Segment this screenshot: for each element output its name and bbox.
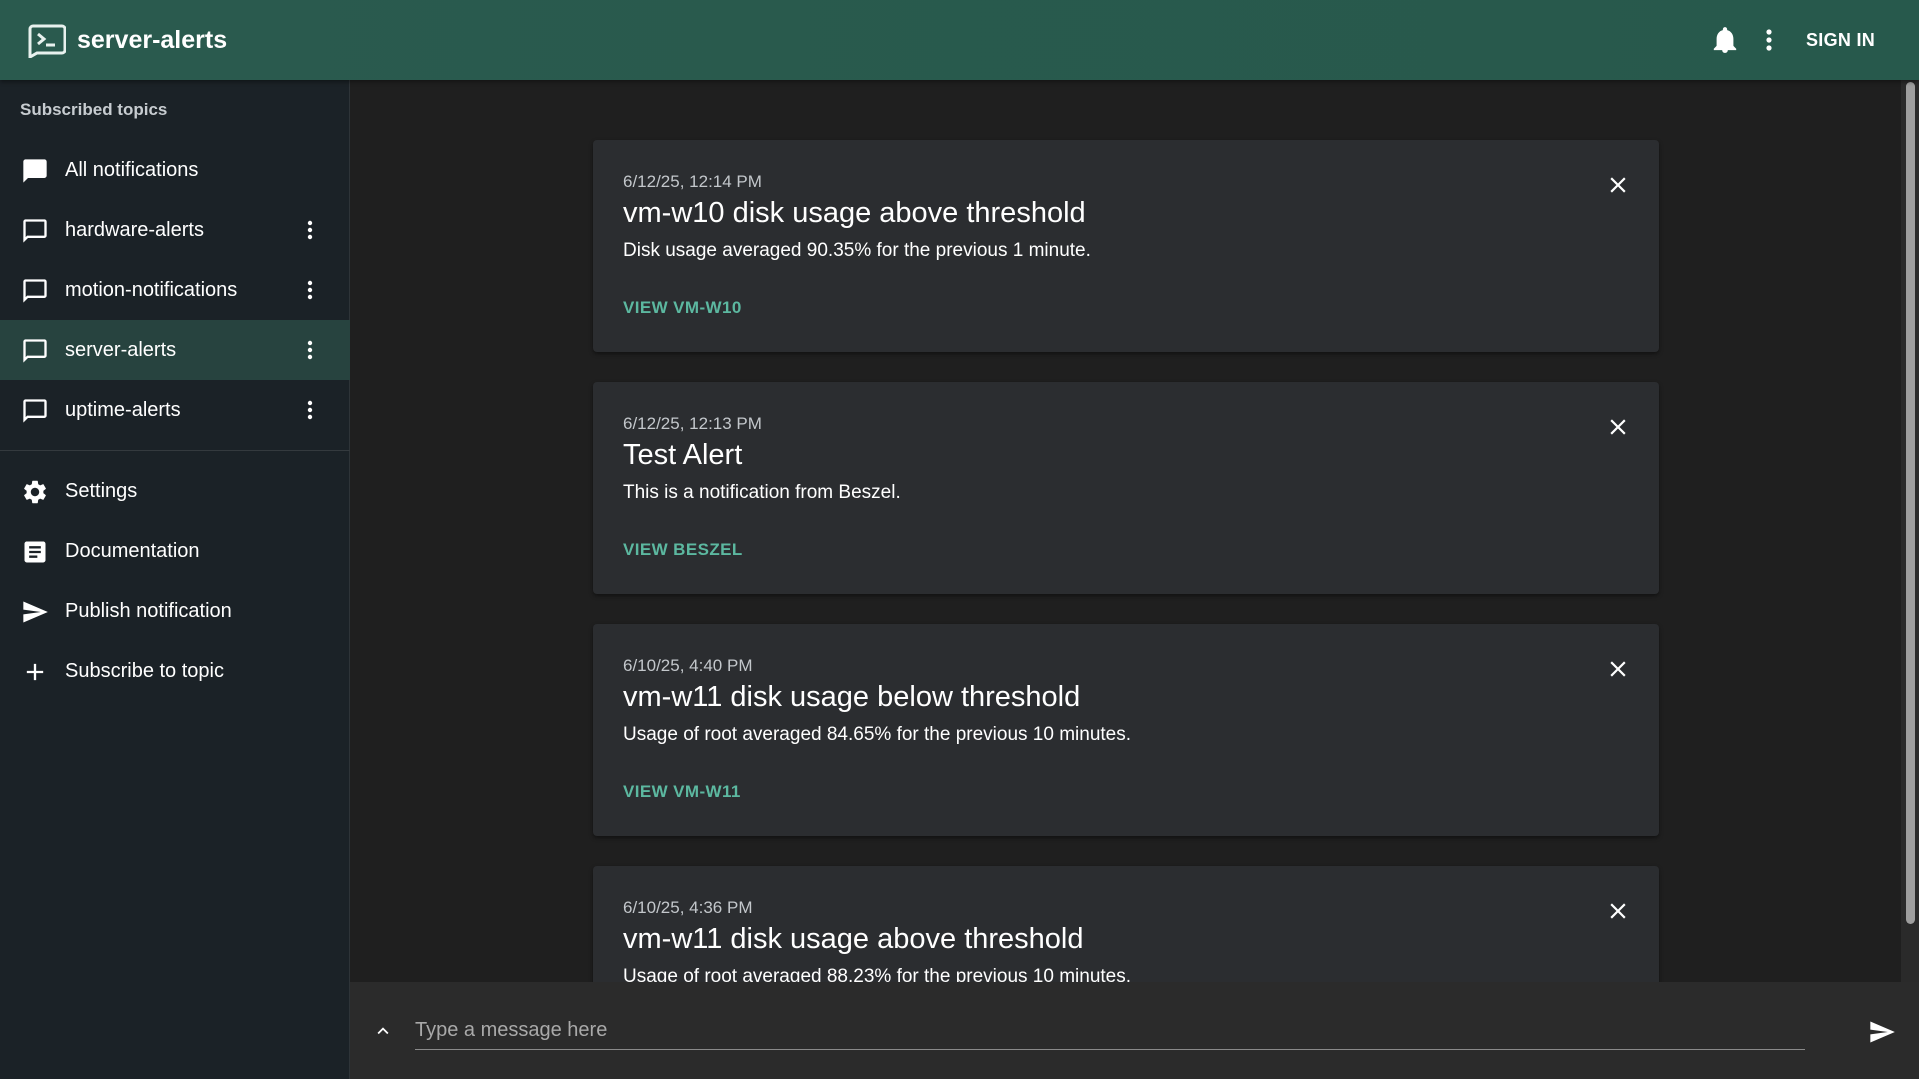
close-icon[interactable] (1605, 898, 1631, 924)
notification-card: 6/10/25, 4:36 PM vm-w11 disk usage above… (593, 866, 1659, 982)
sidebar-item-settings[interactable]: Settings (0, 461, 350, 521)
more-vert-icon[interactable] (1760, 26, 1778, 54)
notification-card: 6/12/25, 12:13 PM Test Alert This is a n… (593, 382, 1659, 594)
chat-outline-icon (21, 337, 49, 365)
message-input[interactable] (415, 1004, 1805, 1050)
notification-time: 6/10/25, 4:40 PM (623, 656, 753, 675)
sidebar-item-label: Publish notification (65, 600, 232, 622)
notification-title: vm-w10 disk usage above threshold (623, 197, 1086, 229)
gear-icon (21, 478, 49, 506)
document-icon (21, 538, 49, 566)
chat-outline-icon (21, 217, 49, 245)
notification-time: 6/10/25, 4:36 PM (623, 898, 753, 917)
notification-body: Usage of root averaged 84.65% for the pr… (623, 724, 1132, 745)
close-icon[interactable] (1605, 656, 1631, 682)
sidebar-item-motion-notifications[interactable]: motion-notifications (0, 260, 350, 320)
more-vert-icon[interactable] (300, 398, 320, 422)
close-icon[interactable] (1605, 172, 1631, 198)
notification-title: vm-w11 disk usage above threshold (623, 923, 1084, 955)
sidebar-item-label: uptime-alerts (65, 399, 181, 421)
sidebar-item-label: hardware-alerts (65, 219, 204, 241)
chat-outline-icon (21, 397, 49, 425)
notification-action-button[interactable]: VIEW BESZEL (623, 540, 743, 560)
chat-outline-icon (21, 277, 49, 305)
sidebar-item-documentation[interactable]: Documentation (0, 521, 350, 581)
notification-action-button[interactable]: VIEW VM-W10 (623, 298, 742, 318)
more-vert-icon[interactable] (300, 338, 320, 362)
app-bar: server-alerts SIGN IN (0, 0, 1919, 80)
scrollbar-thumb[interactable] (1906, 82, 1915, 924)
notification-action-button[interactable]: VIEW VM-W11 (623, 782, 741, 802)
notification-card: 6/10/25, 4:40 PM vm-w11 disk usage below… (593, 624, 1659, 836)
send-icon[interactable] (1867, 1018, 1897, 1046)
sidebar-item-server-alerts[interactable]: server-alerts (0, 320, 350, 380)
plus-icon (21, 658, 49, 686)
app-title: server-alerts (77, 26, 228, 54)
sidebar-item-all-notifications[interactable]: All notifications (0, 140, 350, 200)
sidebar-item-label: All notifications (65, 159, 199, 181)
more-vert-icon[interactable] (300, 278, 320, 302)
notification-body: Disk usage averaged 90.35% for the previ… (623, 240, 1091, 261)
notification-card: 6/12/25, 12:14 PM vm-w10 disk usage abov… (593, 140, 1659, 352)
sidebar-item-publish-notification[interactable]: Publish notification (0, 581, 350, 641)
close-icon[interactable] (1605, 414, 1631, 440)
more-vert-icon[interactable] (300, 218, 320, 242)
message-composer (350, 982, 1919, 1079)
sidebar: Subscribed topics All notifications hard… (0, 80, 350, 1079)
sidebar-item-subscribe-to-topic[interactable]: Subscribe to topic (0, 641, 350, 701)
notification-title: vm-w11 disk usage below threshold (623, 681, 1081, 713)
subscribed-topics-heading: Subscribed topics (20, 100, 168, 119)
sidebar-item-label: Subscribe to topic (65, 660, 224, 682)
send-icon (21, 598, 49, 626)
sidebar-divider (0, 450, 350, 451)
notification-time: 6/12/25, 12:14 PM (623, 172, 762, 191)
sidebar-item-label: Documentation (65, 540, 200, 562)
notification-time: 6/12/25, 12:13 PM (623, 414, 762, 433)
sidebar-item-label: Settings (65, 480, 138, 502)
sidebar-item-uptime-alerts[interactable]: uptime-alerts (0, 380, 350, 440)
bell-icon[interactable] (1712, 26, 1738, 54)
sidebar-item-hardware-alerts[interactable]: hardware-alerts (0, 200, 350, 260)
chevron-up-icon[interactable] (372, 1020, 394, 1042)
terminal-logo-icon (28, 24, 67, 60)
sign-in-button[interactable]: SIGN IN (1796, 18, 1885, 62)
notification-body: This is a notification from Beszel. (623, 482, 901, 503)
notification-title: Test Alert (623, 439, 743, 471)
notification-list: 6/12/25, 12:14 PM vm-w10 disk usage abov… (350, 80, 1901, 982)
sidebar-item-label: server-alerts (65, 339, 177, 361)
chat-filled-icon (21, 157, 49, 185)
notification-body: Usage of root averaged 88.23% for the pr… (623, 966, 1132, 982)
sidebar-item-label: motion-notifications (65, 279, 238, 301)
